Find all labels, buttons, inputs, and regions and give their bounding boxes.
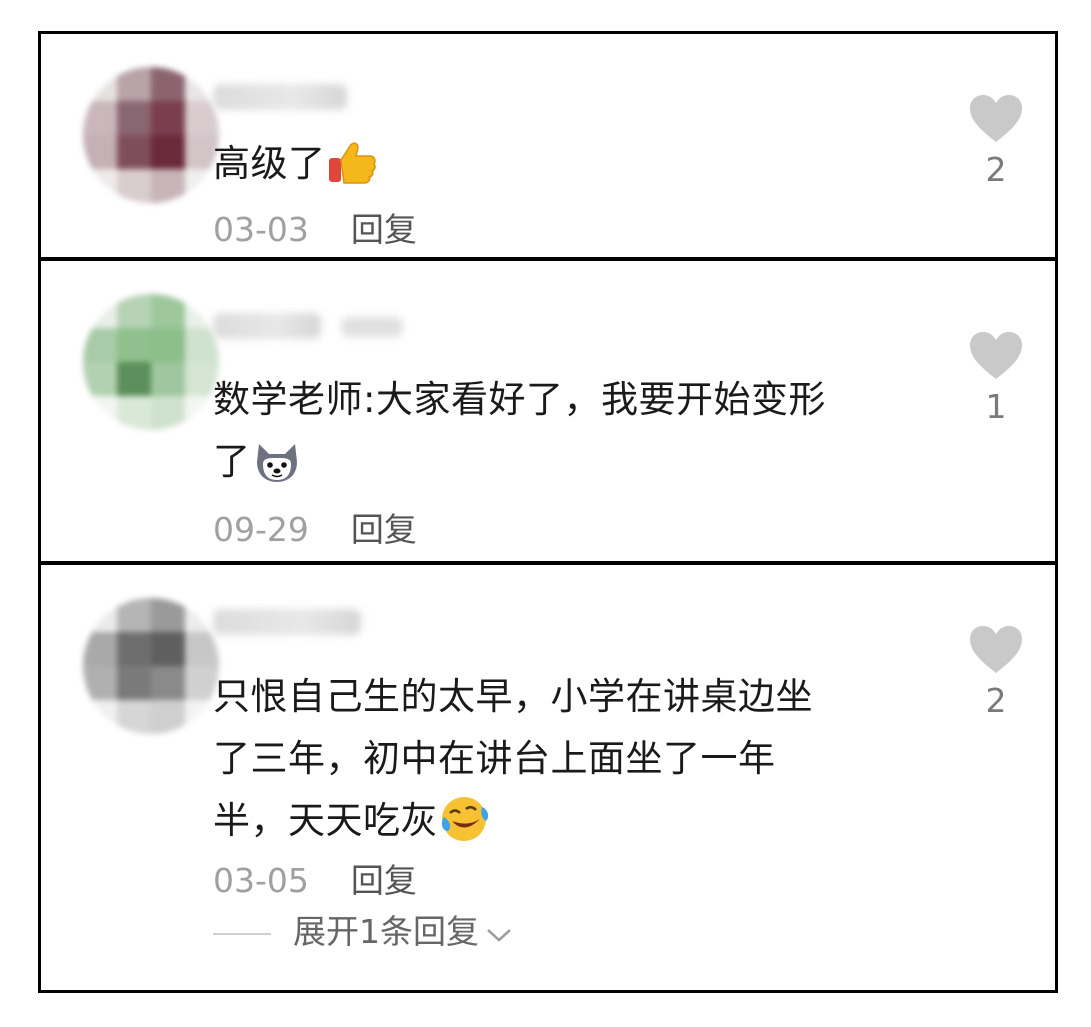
thumbs-up-icon — [326, 136, 378, 188]
like-button[interactable]: 2 — [961, 625, 1031, 721]
comment-line: 了 — [213, 431, 933, 493]
comment-line: 了三年，初中在讲台上面坐了一年 — [213, 737, 776, 780]
chevron-down-icon — [485, 914, 513, 954]
comment-meta: 03-05 回复 — [213, 861, 417, 901]
avatar[interactable] — [83, 598, 219, 734]
comment-line: 半，天天吃灰 — [213, 790, 933, 852]
expand-replies-button[interactable]: 展开1条回复 — [213, 912, 513, 954]
reply-button[interactable]: 回复 — [351, 861, 417, 901]
comment-date: 09-29 — [213, 510, 309, 549]
heart-icon[interactable] — [968, 331, 1024, 381]
comment-card: 高级了 03-03 回复 2 — [38, 31, 1058, 260]
avatar[interactable] — [83, 294, 219, 430]
comment-text: 高级了 — [213, 133, 933, 195]
comment-date: 03-05 — [213, 861, 309, 900]
comment-line: 只恨自己生的太早，小学在讲桌边坐 — [213, 675, 813, 718]
comment-line-text: 了 — [213, 440, 251, 483]
avatar[interactable] — [83, 67, 219, 203]
like-button[interactable]: 2 — [961, 94, 1031, 190]
laughing-crying-icon — [438, 793, 490, 845]
heart-icon[interactable] — [968, 94, 1024, 144]
comment-card: 数学老师:大家看好了，我要开始变形 了 09-29 回复 1 — [38, 258, 1058, 564]
comment-text: 只恨自己生的太早，小学在讲桌边坐 了三年，初中在讲台上面坐了一年 半，天天吃灰 — [213, 666, 933, 852]
comment-card: 只恨自己生的太早，小学在讲桌边坐 了三年，初中在讲台上面坐了一年 半，天天吃灰 … — [38, 562, 1058, 993]
comment-line-text: 半，天天吃灰 — [213, 799, 438, 842]
reply-button[interactable]: 回复 — [351, 210, 417, 250]
doge-dog-icon — [251, 434, 303, 486]
comment-text: 数学老师:大家看好了，我要开始变形 了 — [213, 369, 933, 493]
username-blurred[interactable] — [213, 84, 347, 110]
expand-replies-label: 展开1条回复 — [293, 912, 479, 951]
like-count: 1 — [985, 387, 1007, 426]
like-count: 2 — [985, 150, 1007, 189]
comment-line: 数学老师:大家看好了，我要开始变形 — [213, 378, 826, 421]
reply-button[interactable]: 回复 — [351, 510, 417, 550]
username-blurred-suffix — [341, 317, 403, 337]
like-count: 2 — [985, 681, 1007, 720]
like-button[interactable]: 1 — [961, 331, 1031, 427]
username-blurred[interactable] — [213, 313, 321, 339]
comment-meta: 03-03 回复 — [213, 210, 417, 250]
comment-date: 03-03 — [213, 210, 309, 249]
divider-line — [213, 932, 271, 935]
comment-meta: 09-29 回复 — [213, 510, 417, 550]
heart-icon[interactable] — [968, 625, 1024, 675]
username-blurred[interactable] — [213, 609, 361, 635]
comment-body: 高级了 — [213, 142, 326, 185]
